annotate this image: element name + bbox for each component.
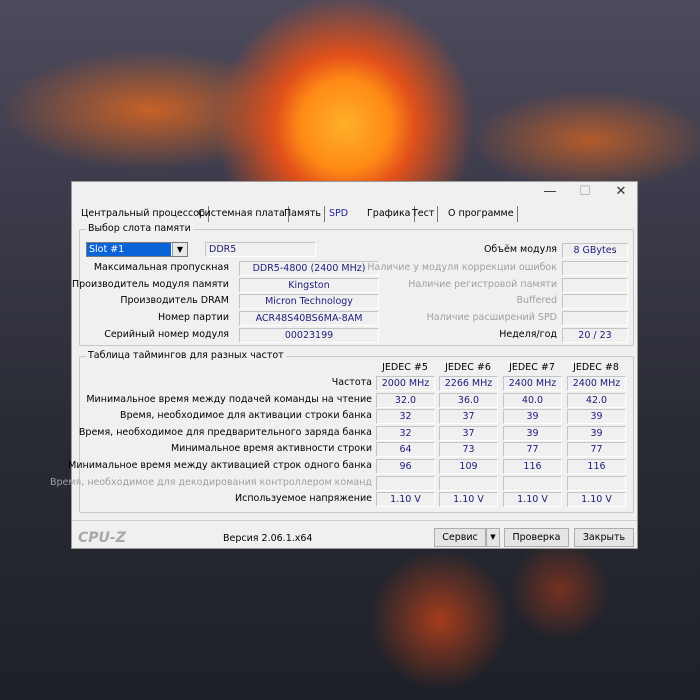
slot-select-value: Slot #1	[87, 243, 171, 256]
slot-info-value: 8 GBytes	[562, 243, 628, 258]
memory-type: DDR5	[205, 242, 316, 257]
timing-value: 42.0	[567, 392, 626, 408]
timing-value: 77	[567, 442, 626, 458]
timing-value: 116	[567, 459, 626, 474]
timing-value: 1.10 V	[376, 492, 435, 508]
timing-row-label: Частота	[331, 377, 372, 388]
slot-field-label: Производитель DRAM	[120, 295, 229, 306]
tab-3[interactable]: SPD	[326, 206, 351, 222]
timing-value: 1.10 V	[439, 492, 498, 508]
divider	[72, 520, 637, 521]
slot-field-label: Производитель модуля памяти	[71, 279, 229, 290]
timing-column-header: JEDEC #7	[509, 362, 555, 373]
slot-field-value: ACR48S40BS6MA-8AM	[239, 311, 379, 326]
timing-value: 40.0	[503, 392, 562, 408]
timing-row-label: Время, необходимое для декодирования кон…	[50, 476, 372, 488]
slot-info-label: Наличие расширений SPD	[426, 312, 557, 323]
timing-value: 2266 MHz	[439, 376, 498, 391]
slot-info-value: 20 / 23	[562, 328, 628, 343]
timing-column-header: JEDEC #6	[445, 362, 491, 373]
slot-field-label: Максимальная пропускная	[93, 262, 229, 273]
timing-value: 73	[439, 442, 498, 458]
timing-value: 32	[376, 425, 435, 441]
timing-value: 36.0	[439, 392, 498, 408]
timing-row-label: Время, необходимое для активации строки …	[120, 410, 372, 422]
tab-4[interactable]: Графика	[364, 206, 415, 222]
timing-value: 96	[376, 459, 435, 474]
timing-row-label: Минимальное время между активацией строк…	[68, 460, 372, 471]
timing-value	[439, 475, 498, 491]
chevron-down-icon[interactable]: ▼	[172, 243, 187, 256]
timing-value: 37	[439, 409, 498, 425]
validate-button[interactable]: Проверка	[504, 528, 569, 547]
slot-field-label: Номер партии	[158, 312, 229, 323]
close-window-button[interactable]: ✕	[606, 182, 636, 202]
timing-value: 37	[439, 425, 498, 441]
slot-info-value	[562, 294, 628, 309]
timing-row-label: Минимальное время активности строки	[170, 443, 372, 455]
timing-row-label: Используемое напряжение	[234, 493, 372, 505]
timing-column-header: JEDEC #5	[382, 362, 428, 373]
slot-info-value	[562, 311, 628, 326]
slot-select[interactable]: Slot #1 ▼	[86, 242, 188, 257]
timing-value	[567, 475, 626, 491]
timing-value: 2000 MHz	[376, 376, 435, 391]
minimize-button[interactable]: —	[535, 182, 565, 202]
timing-row-label: Минимальное время между подачей команды …	[86, 393, 372, 405]
slot-info-label: Объём модуля	[483, 244, 557, 255]
timing-value	[376, 475, 435, 491]
slot-field-value: Micron Technology	[239, 294, 379, 309]
timing-value: 39	[503, 409, 562, 425]
timings-group-title: Таблица таймингов для разных частот	[86, 350, 286, 361]
timing-row-label: Время, необходимое для предварительного …	[78, 426, 372, 438]
timing-value: 1.10 V	[503, 492, 562, 508]
slot-field-value: DDR5-4800 (2400 MHz)	[239, 261, 379, 276]
timing-value: 116	[503, 459, 562, 474]
timing-value	[503, 475, 562, 491]
slot-info-label: Неделя/год	[499, 329, 557, 340]
tab-6[interactable]: О программе	[445, 206, 518, 222]
timing-value: 32	[376, 409, 435, 425]
slot-group-title: Выбор слота памяти	[86, 223, 193, 234]
timing-value: 2400 MHz	[567, 376, 626, 391]
timing-column-header: JEDEC #8	[573, 362, 619, 373]
timing-value: 77	[503, 442, 562, 458]
close-button[interactable]: Закрыть	[574, 528, 634, 547]
tab-2[interactable]: Память	[281, 206, 325, 222]
cpuz-logo: CPU-Z	[78, 530, 126, 546]
slot-field-label: Серийный номер модуля	[104, 329, 229, 340]
tab-5[interactable]: Тест	[409, 206, 439, 222]
timing-value: 109	[439, 459, 498, 474]
version-label: Версия 2.06.1.x64	[223, 533, 313, 544]
slot-info-label: Наличие регистровой памяти	[408, 279, 557, 290]
slot-info-value	[562, 278, 628, 293]
tab-0[interactable]: Центральный процессор	[78, 206, 210, 222]
timing-value: 39	[567, 425, 626, 441]
cpuz-window: — ☐ ✕ Выбор слота памяти Slot #1 ▼ DDR5 …	[50, 181, 638, 549]
slot-info-label: Buffered	[516, 295, 557, 306]
timing-value: 1.10 V	[567, 492, 626, 508]
timing-value: 2400 MHz	[503, 376, 562, 391]
timing-value: 32.0	[376, 392, 435, 408]
maximize-button[interactable]: ☐	[570, 182, 600, 202]
slot-field-value: Kingston	[239, 278, 379, 293]
tools-dropdown-icon[interactable]: ▼	[486, 528, 500, 547]
tab-1[interactable]: Системная плата	[195, 206, 289, 222]
timing-value: 64	[376, 442, 435, 458]
slot-info-value	[562, 261, 628, 276]
tools-button[interactable]: Сервис	[434, 528, 486, 547]
slot-info-label: Наличие у модуля коррекции ошибок	[367, 262, 557, 273]
timing-value: 39	[567, 409, 626, 425]
timing-value: 39	[503, 425, 562, 441]
slot-field-value: 00023199	[239, 328, 379, 343]
